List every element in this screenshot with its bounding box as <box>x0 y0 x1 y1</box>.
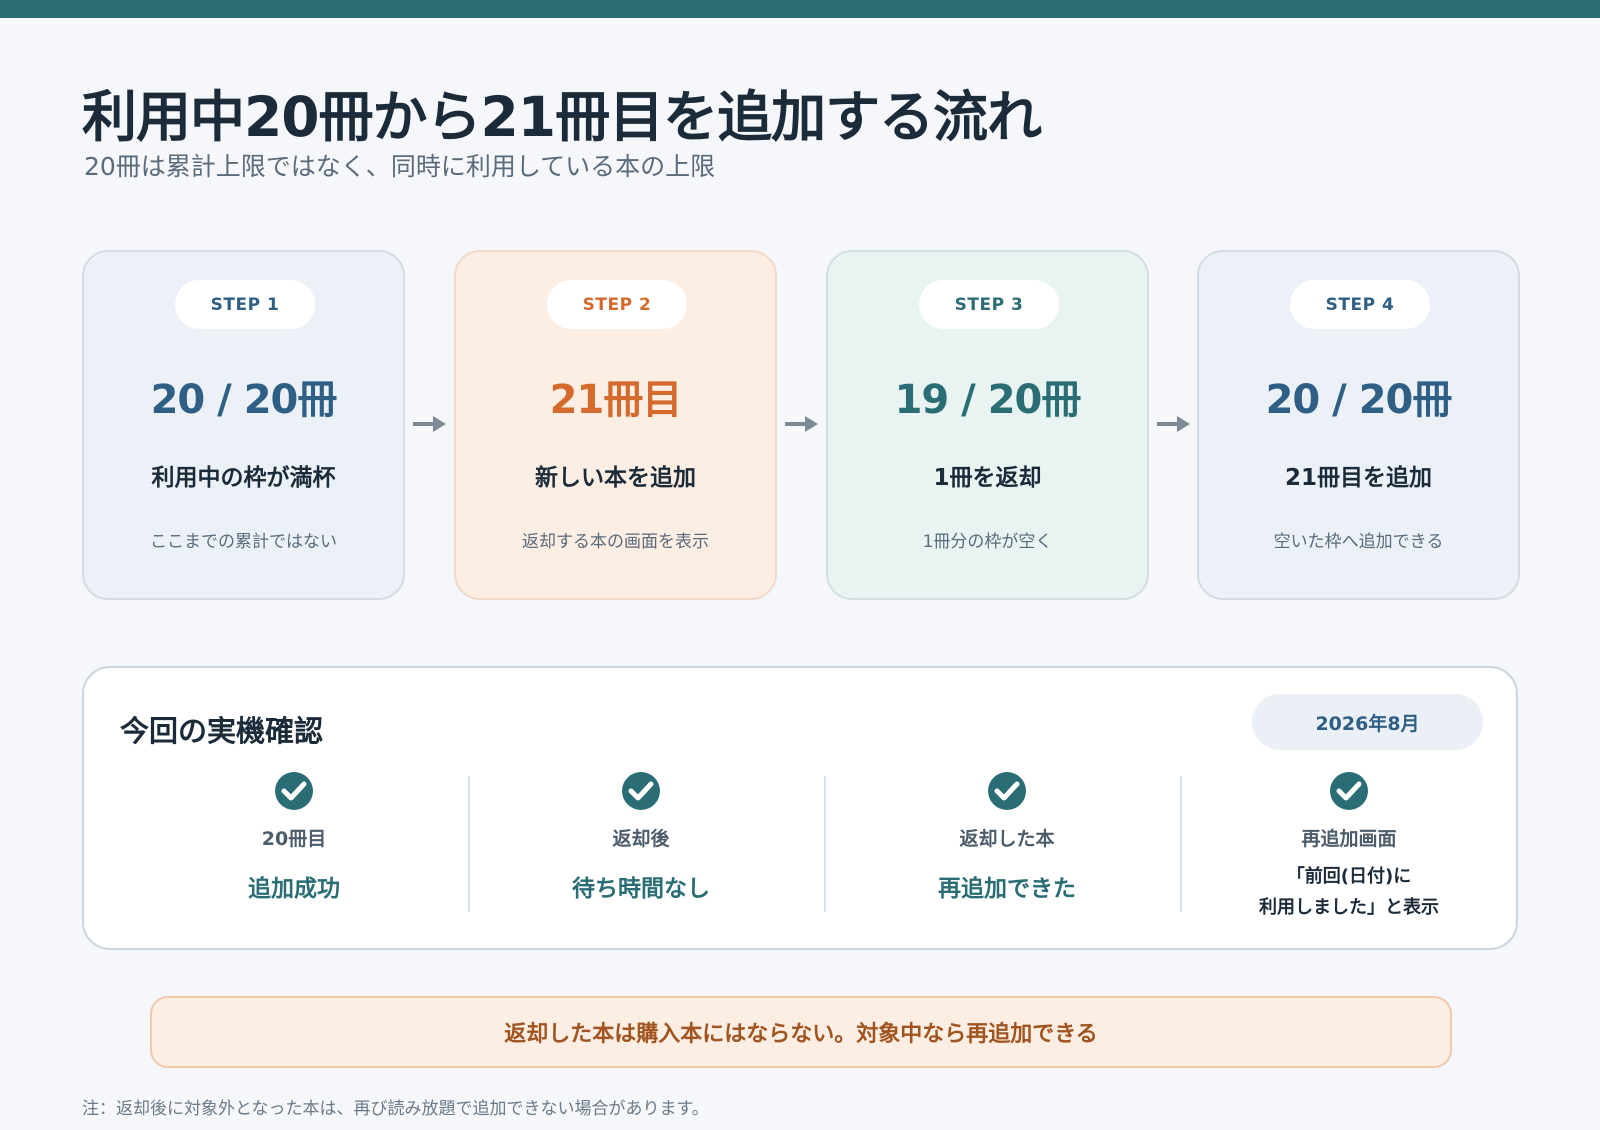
verification-item-label: 20冊目 <box>261 828 327 850</box>
verification-item-label: 返却後 <box>612 828 670 850</box>
verification-item-value: 待ち時間なし <box>572 876 710 902</box>
verification-item: 返却した本 再追加できた <box>927 772 1087 922</box>
step-description-2: 返却する本の画面を表示 <box>522 532 709 552</box>
step-description-4: 空いた枠へ追加できる <box>1273 532 1444 552</box>
arrow-right-icon <box>1157 416 1190 432</box>
step-label-2: STEP 2 <box>547 280 687 329</box>
step-card-2: STEP 2 21冊目 新しい本を追加 返却する本の画面を表示 <box>454 250 777 600</box>
verification-item-value: 追加成功 <box>248 876 340 902</box>
verification-value-line-1: 「前回(日付)に <box>1286 866 1412 887</box>
column-divider <box>824 776 826 912</box>
verification-item-value: 再追加できた <box>938 876 1076 902</box>
arrow-right-icon <box>785 416 818 432</box>
verification-item-value: 「前回(日付)に 利用しました」と表示 <box>1239 861 1459 923</box>
step-heading-4: 21冊目を追加 <box>1284 465 1432 491</box>
step-label-4: STEP 4 <box>1290 280 1430 329</box>
verification-value-line-2: 利用しました」と表示 <box>1259 897 1439 918</box>
callout-box: 返却した本は購入本にはならない。対象中なら再追加できる <box>150 996 1452 1068</box>
step-card-1: STEP 1 20 / 20冊 利用中の枠が満杯 ここまでの累計ではない <box>82 250 405 600</box>
column-divider <box>468 776 470 912</box>
check-circle-icon <box>622 772 660 810</box>
verification-item: 再追加画面 「前回(日付)に 利用しました」と表示 <box>1239 772 1459 922</box>
page-subtitle: 20冊は累計上限ではなく、同時に利用している本の上限 <box>84 152 716 181</box>
verification-item: 20冊目 追加成功 <box>224 772 364 922</box>
verification-item-label: 再追加画面 <box>1301 828 1397 850</box>
step-heading-2: 新しい本を追加 <box>535 465 696 491</box>
step-count-4: 20 / 20冊 <box>1265 377 1453 423</box>
step-count-3: 19 / 20冊 <box>894 377 1082 423</box>
step-count-2: 21冊目 <box>549 377 683 423</box>
step-description-3: 1冊分の枠が空く <box>922 532 1053 552</box>
verification-item-label: 返却した本 <box>959 828 1055 850</box>
check-circle-icon <box>1330 772 1368 810</box>
arrow-right-icon <box>413 416 446 432</box>
step-heading-1: 利用中の枠が満杯 <box>151 465 336 491</box>
check-circle-icon <box>988 772 1026 810</box>
infographic-page: 利用中20冊から21冊目を追加する流れ 20冊は累計上限ではなく、同時に利用して… <box>0 0 1600 1130</box>
check-circle-icon <box>275 772 313 810</box>
step-card-3: STEP 3 19 / 20冊 1冊を返却 1冊分の枠が空く <box>826 250 1149 600</box>
footnote: 注：返却後に対象外となった本は、再び読み放題で追加できない場合があります。 <box>82 1099 709 1119</box>
header-accent-bar <box>0 0 1600 18</box>
verification-item: 返却後 待ち時間なし <box>571 772 711 922</box>
verification-panel: 今回の実機確認 2026年8月 20冊目 追加成功 返却後 待ち時間なし 返却し… <box>82 666 1518 950</box>
step-count-1: 20 / 20冊 <box>150 377 338 423</box>
step-label-3: STEP 3 <box>919 280 1059 329</box>
page-title: 利用中20冊から21冊目を追加する流れ <box>82 85 1042 149</box>
verification-date-badge: 2026年8月 <box>1252 694 1483 750</box>
step-description-1: ここまでの累計ではない <box>150 532 337 552</box>
column-divider <box>1180 776 1182 912</box>
step-label-1: STEP 1 <box>175 280 315 329</box>
step-heading-3: 1冊を返却 <box>933 465 1042 491</box>
step-card-4: STEP 4 20 / 20冊 21冊目を追加 空いた枠へ追加できる <box>1197 250 1520 600</box>
verification-title: 今回の実機確認 <box>120 714 324 748</box>
